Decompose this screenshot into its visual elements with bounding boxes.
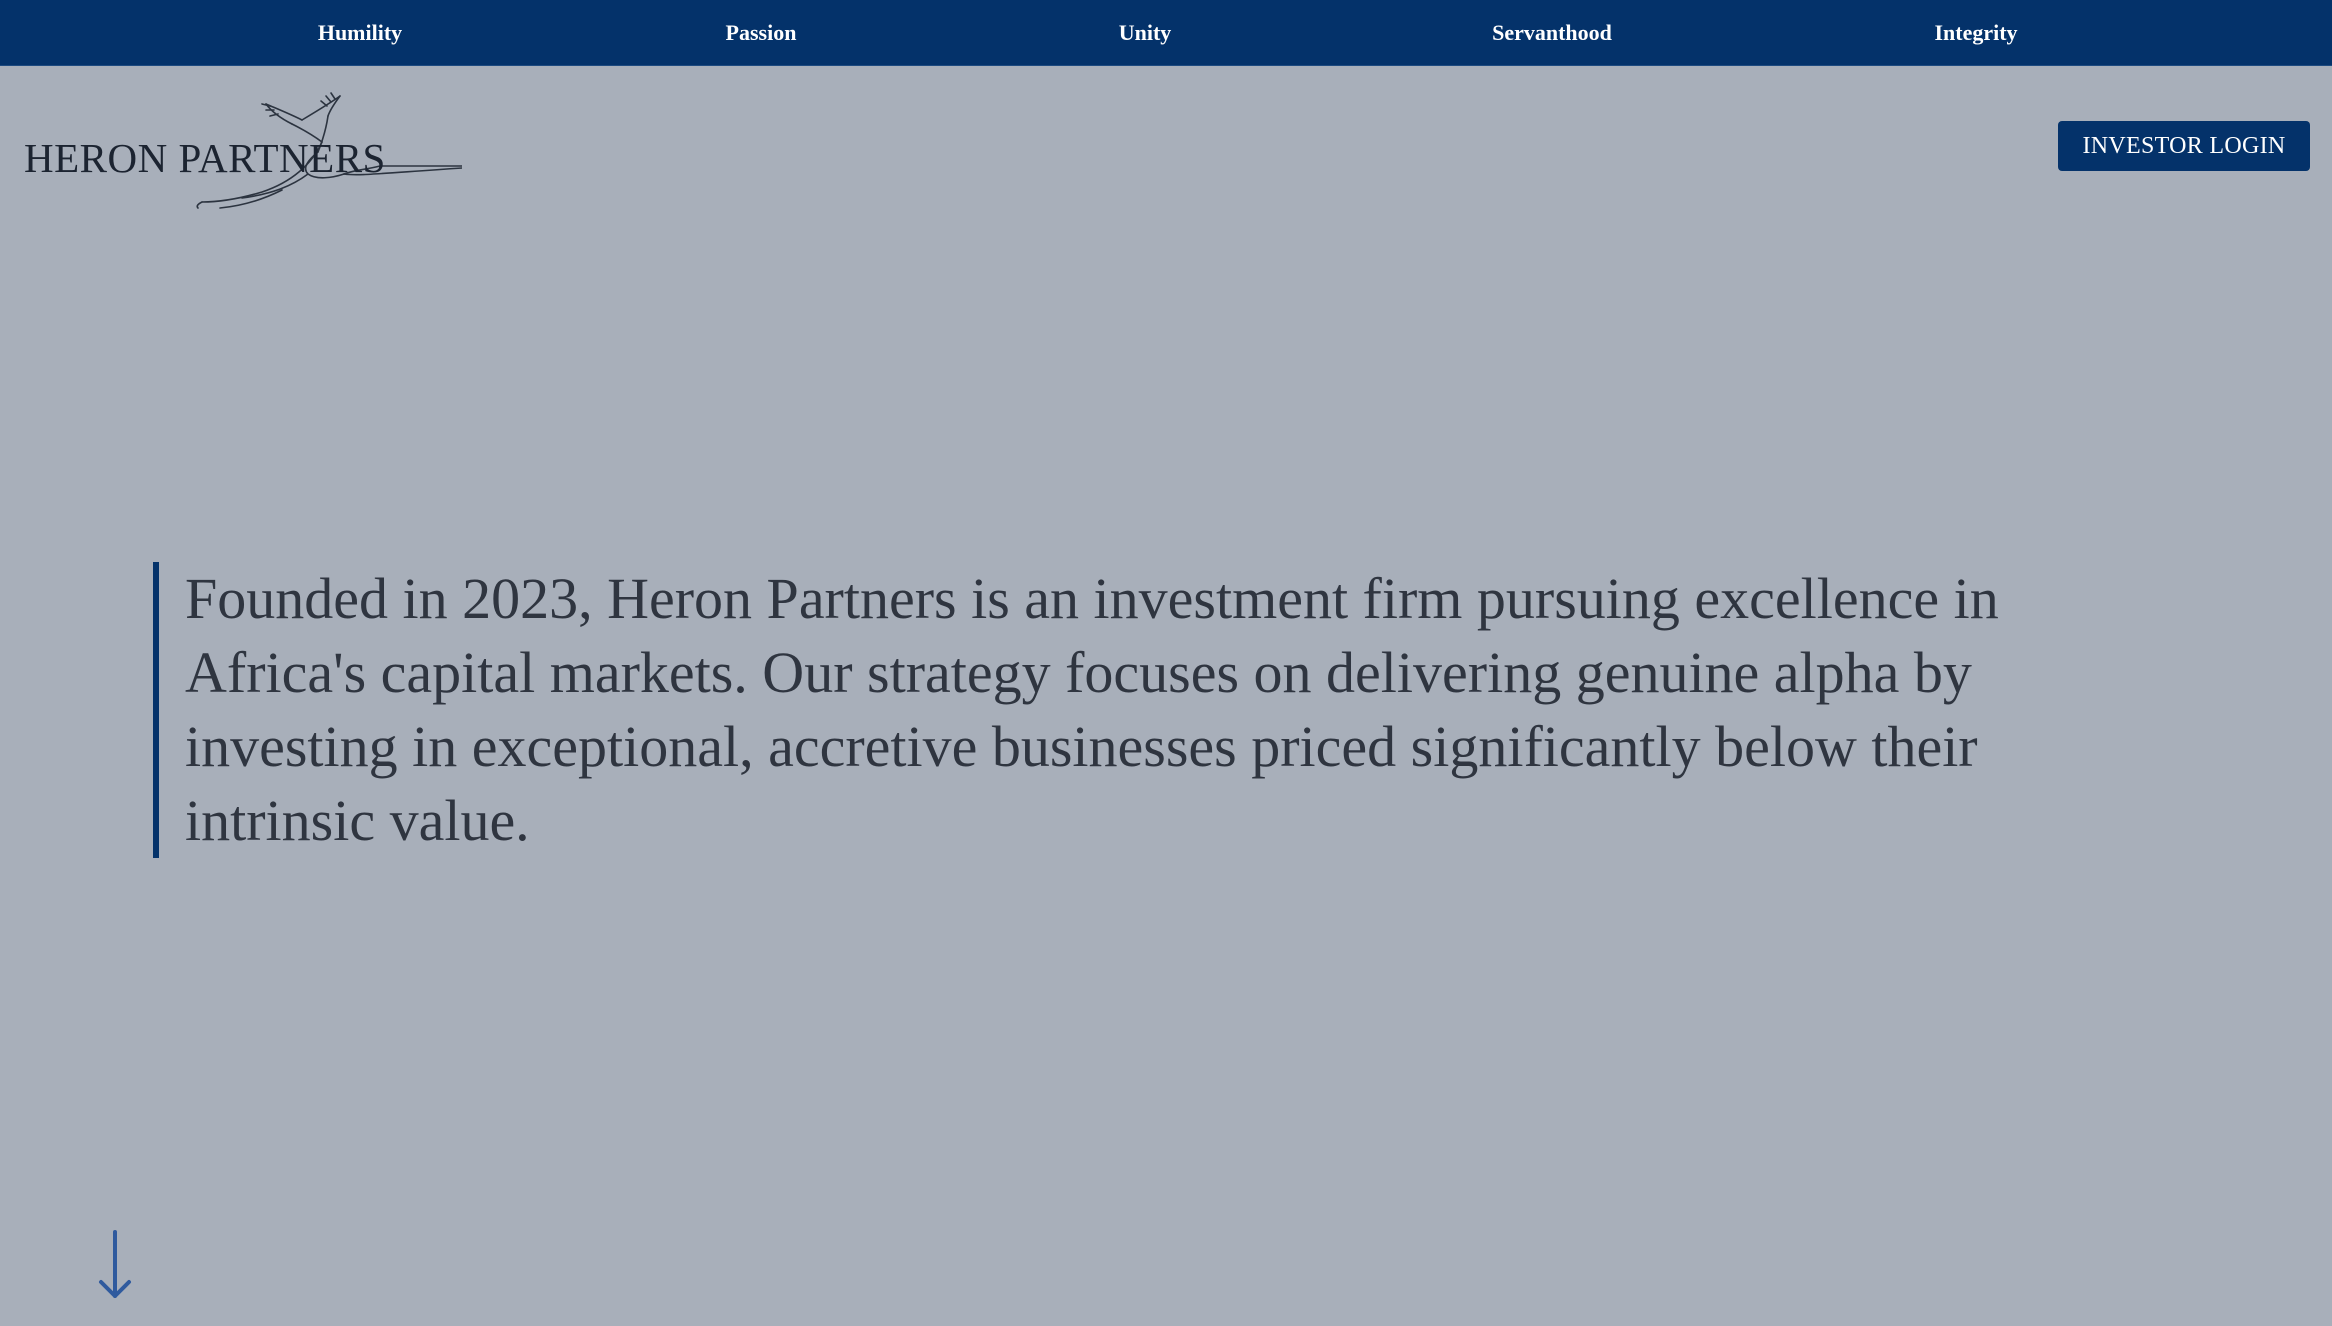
hero-statement-block: Founded in 2023, Heron Partners is an in… — [153, 562, 2113, 858]
top-navigation: Humility Passion Unity Servanthood Integ… — [0, 0, 2332, 66]
investor-login-button[interactable]: INVESTOR LOGIN — [2058, 121, 2310, 171]
brand-logo[interactable]: HERON PARTNERS — [22, 90, 462, 210]
arrow-down-icon[interactable] — [95, 1228, 135, 1302]
nav-item-servanthood[interactable]: Servanthood — [1492, 0, 1612, 65]
nav-item-unity[interactable]: Unity — [1119, 0, 1172, 65]
nav-item-integrity[interactable]: Integrity — [1934, 0, 2017, 65]
brand-name: HERON PARTNERS — [24, 135, 386, 181]
hero-statement: Founded in 2023, Heron Partners is an in… — [185, 566, 1999, 853]
nav-item-passion[interactable]: Passion — [726, 0, 797, 65]
nav-item-humility[interactable]: Humility — [318, 0, 402, 65]
